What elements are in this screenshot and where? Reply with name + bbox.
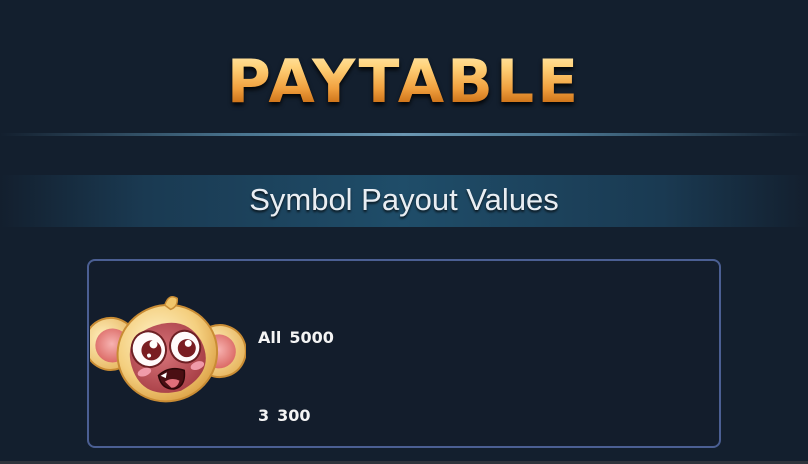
payout-count: 3 [258,406,270,425]
title-divider [0,133,808,136]
payout-list: All 5000 3 300 [258,273,334,455]
monkey-head-icon [90,296,246,403]
payout-value: 5000 [289,328,334,347]
payout-value: 300 [277,406,311,425]
payout-count: All [258,328,282,347]
payout-row-all: All 5000 [258,325,334,351]
paytable-title: PAYTABLE [0,44,808,120]
payout-row-3: 3 300 [258,403,334,429]
section-title: Symbol Payout Values [249,182,559,217]
